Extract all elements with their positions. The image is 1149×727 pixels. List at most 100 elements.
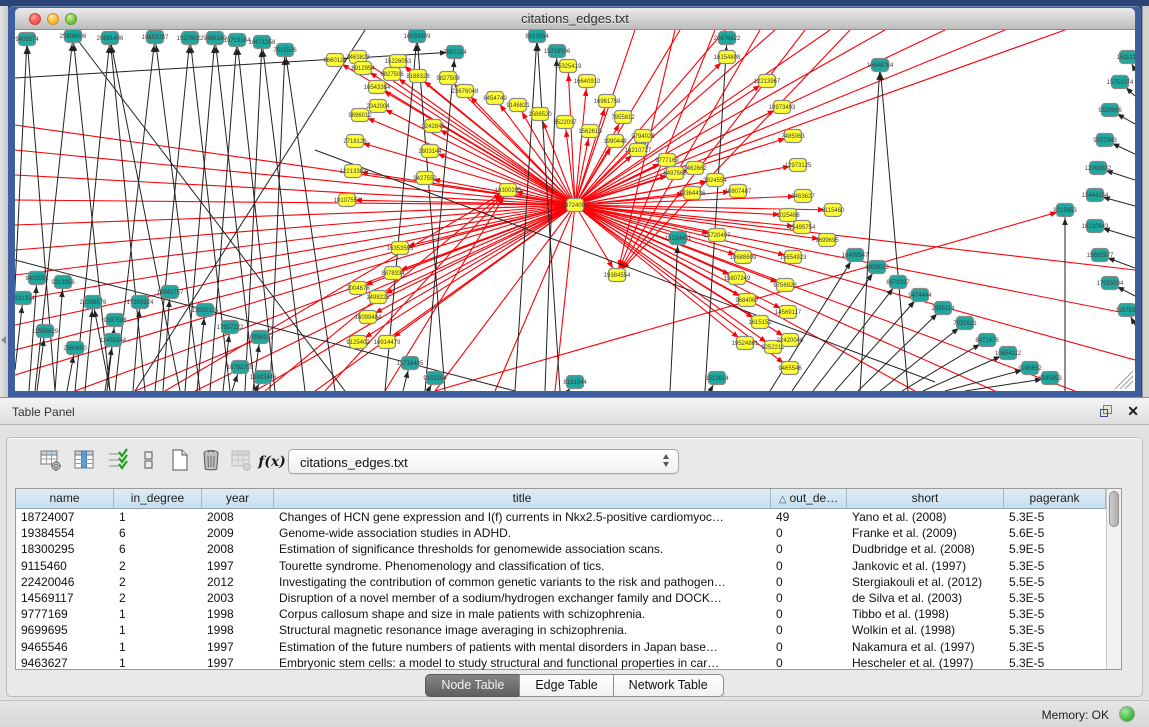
table-cell[interactable]: 9777169 xyxy=(16,606,114,622)
table-cell[interactable]: Investigating the contribution of common… xyxy=(274,574,771,590)
column-header-year[interactable]: year xyxy=(202,489,274,509)
table-row[interactable]: 911546021997Tourette syndrome. Phenomeno… xyxy=(16,558,1106,574)
table-cell[interactable]: Yano et al. (2008) xyxy=(847,509,1004,525)
table-cell[interactable]: Hescheler et al. (1997) xyxy=(847,655,1004,671)
table-cell[interactable]: 1998 xyxy=(202,622,274,638)
network-window-titlebar[interactable]: citations_edges.txt xyxy=(15,8,1135,30)
table-cell[interactable]: 18300295 xyxy=(16,541,114,557)
table-cell[interactable]: 2008 xyxy=(202,541,274,557)
table-cell[interactable]: 2009 xyxy=(202,525,274,541)
table-cell[interactable]: 2 xyxy=(114,558,202,574)
column-header-out_de[interactable]: △out_de… xyxy=(771,489,847,509)
table-cell[interactable]: Dudbridge et al. (2008) xyxy=(847,541,1004,557)
table-cell[interactable]: 9463627 xyxy=(16,655,114,671)
create-column-button[interactable] xyxy=(168,448,194,474)
table-cell[interactable]: 1 xyxy=(114,509,202,525)
table-cell[interactable]: 5.9E-5 xyxy=(1004,541,1106,557)
table-cell[interactable]: 5.3E-5 xyxy=(1004,622,1106,638)
table-cell[interactable]: 1 xyxy=(114,639,202,655)
tab-network-table[interactable]: Network Table xyxy=(613,674,724,697)
table-row[interactable]: 1872400712008Changes of HCN gene express… xyxy=(16,509,1106,525)
table-cell[interactable]: 1998 xyxy=(202,606,274,622)
column-header-title[interactable]: title xyxy=(274,489,771,509)
table-cell[interactable]: 1 xyxy=(114,655,202,671)
table-cell[interactable]: de Silva et al. (2003) xyxy=(847,590,1004,606)
column-header-in_degree[interactable]: in_degree xyxy=(114,489,202,509)
table-cell[interactable]: 1997 xyxy=(202,655,274,671)
table-row[interactable]: 969969511998Structural magnetic resonanc… xyxy=(16,622,1106,638)
function-builder-button[interactable]: f(x) xyxy=(257,450,287,476)
column-header-name[interactable]: name xyxy=(16,489,114,509)
table-cell[interactable]: 9465546 xyxy=(16,639,114,655)
table-cell[interactable]: 1997 xyxy=(202,558,274,574)
table-cell[interactable]: 1 xyxy=(114,606,202,622)
table-cell[interactable]: 2 xyxy=(114,590,202,606)
table-cell[interactable]: 9115460 xyxy=(16,558,114,574)
table-cell[interactable]: 0 xyxy=(771,574,847,590)
table-cell[interactable]: Wolkin et al. (1998) xyxy=(847,622,1004,638)
table-cell[interactable]: 1 xyxy=(114,622,202,638)
table-options-button[interactable] xyxy=(39,448,65,474)
table-cell[interactable]: Stergiakouli et al. (2012) xyxy=(847,574,1004,590)
table-cell[interactable]: 5.3E-5 xyxy=(1004,509,1106,525)
table-cell[interactable]: 6 xyxy=(114,525,202,541)
column-header-short[interactable]: short xyxy=(847,489,1004,509)
table-cell[interactable]: 5.3E-5 xyxy=(1004,558,1106,574)
table-cell[interactable]: 6 xyxy=(114,541,202,557)
table-cell[interactable]: 5.3E-5 xyxy=(1004,590,1106,606)
table-cell[interactable]: 1997 xyxy=(202,639,274,655)
table-row[interactable]: 946362711997Embryonic stem cells: a mode… xyxy=(16,655,1106,671)
table-cell[interactable]: Genome-wide association studies in ADHD. xyxy=(274,525,771,541)
table-cell[interactable]: Franke et al. (2009) xyxy=(847,525,1004,541)
table-cell[interactable]: 5.3E-5 xyxy=(1004,606,1106,622)
table-cell[interactable]: 2 xyxy=(114,574,202,590)
table-row[interactable]: 977716911998Corpus callosum shape and si… xyxy=(16,606,1106,622)
table-cell[interactable]: Estimation of the future numbers of pati… xyxy=(274,639,771,655)
table-cell[interactable]: 18724007 xyxy=(16,509,114,525)
network-graph[interactable]: 1872400718300295152260539827506818632898… xyxy=(15,30,1135,391)
select-all-button[interactable] xyxy=(105,448,131,474)
table-cell[interactable]: 5.3E-5 xyxy=(1004,655,1106,671)
table-cell[interactable]: 0 xyxy=(771,541,847,557)
delete-table-button[interactable] xyxy=(229,448,255,474)
table-row[interactable]: 2242004622012Investigating the contribut… xyxy=(16,574,1106,590)
table-cell[interactable]: Tourette syndrome. Phenomenology and cla… xyxy=(274,558,771,574)
delete-column-button[interactable] xyxy=(199,448,225,474)
table-cell[interactable]: 0 xyxy=(771,590,847,606)
column-header-pagerank[interactable]: pagerank xyxy=(1004,489,1106,509)
table-cell[interactable]: 0 xyxy=(771,639,847,655)
table-cell[interactable]: 9699695 xyxy=(16,622,114,638)
table-cell[interactable]: Jankovic et al. (1997) xyxy=(847,558,1004,574)
table-cell[interactable]: 0 xyxy=(771,622,847,638)
table-cell[interactable]: 5.6E-5 xyxy=(1004,525,1106,541)
table-cell[interactable]: 2003 xyxy=(202,590,274,606)
table-cell[interactable]: Disruption of a novel member of a sodium… xyxy=(274,590,771,606)
table-cell[interactable]: 2012 xyxy=(202,574,274,590)
table-cell[interactable]: 0 xyxy=(771,558,847,574)
left-panel-divider[interactable] xyxy=(0,6,8,397)
right-panel-divider[interactable] xyxy=(1142,6,1149,397)
table-cell[interactable]: 19384554 xyxy=(16,525,114,541)
table-cell[interactable]: Estimation of significance thresholds fo… xyxy=(274,541,771,557)
table-cell[interactable]: Corpus callosum shape and size in male p… xyxy=(274,606,771,622)
table-cell[interactable]: Changes of HCN gene expression and I(f) … xyxy=(274,509,771,525)
table-vertical-scrollbar[interactable] xyxy=(1106,489,1121,669)
table-cell[interactable]: Nakamura et al. (1997) xyxy=(847,639,1004,655)
table-row[interactable]: 1938455462009Genome-wide association stu… xyxy=(16,525,1106,541)
tab-edge-table[interactable]: Edge Table xyxy=(519,674,613,697)
table-cell[interactable]: 49 xyxy=(771,509,847,525)
table-cell[interactable]: 0 xyxy=(771,606,847,622)
float-panel-icon[interactable] xyxy=(1100,405,1113,418)
table-cell[interactable]: Embryonic stem cells: a model to study s… xyxy=(274,655,771,671)
close-panel-icon[interactable]: ✕ xyxy=(1127,403,1139,419)
table-cell[interactable]: 0 xyxy=(771,525,847,541)
network-canvas[interactable]: 1872400718300295152260539827506818632898… xyxy=(15,30,1135,391)
scrollbar-thumb[interactable] xyxy=(1109,491,1119,527)
resize-grip-icon[interactable] xyxy=(1115,371,1133,389)
table-selector-dropdown[interactable]: citations_edges.txt xyxy=(288,449,679,474)
table-cell[interactable]: 14569117 xyxy=(16,590,114,606)
clear-selection-button[interactable] xyxy=(136,448,162,474)
table-cell[interactable]: 5.3E-5 xyxy=(1004,639,1106,655)
table-row[interactable]: 1456911722003Disruption of a novel membe… xyxy=(16,590,1106,606)
table-cell[interactable]: 5.5E-5 xyxy=(1004,574,1106,590)
